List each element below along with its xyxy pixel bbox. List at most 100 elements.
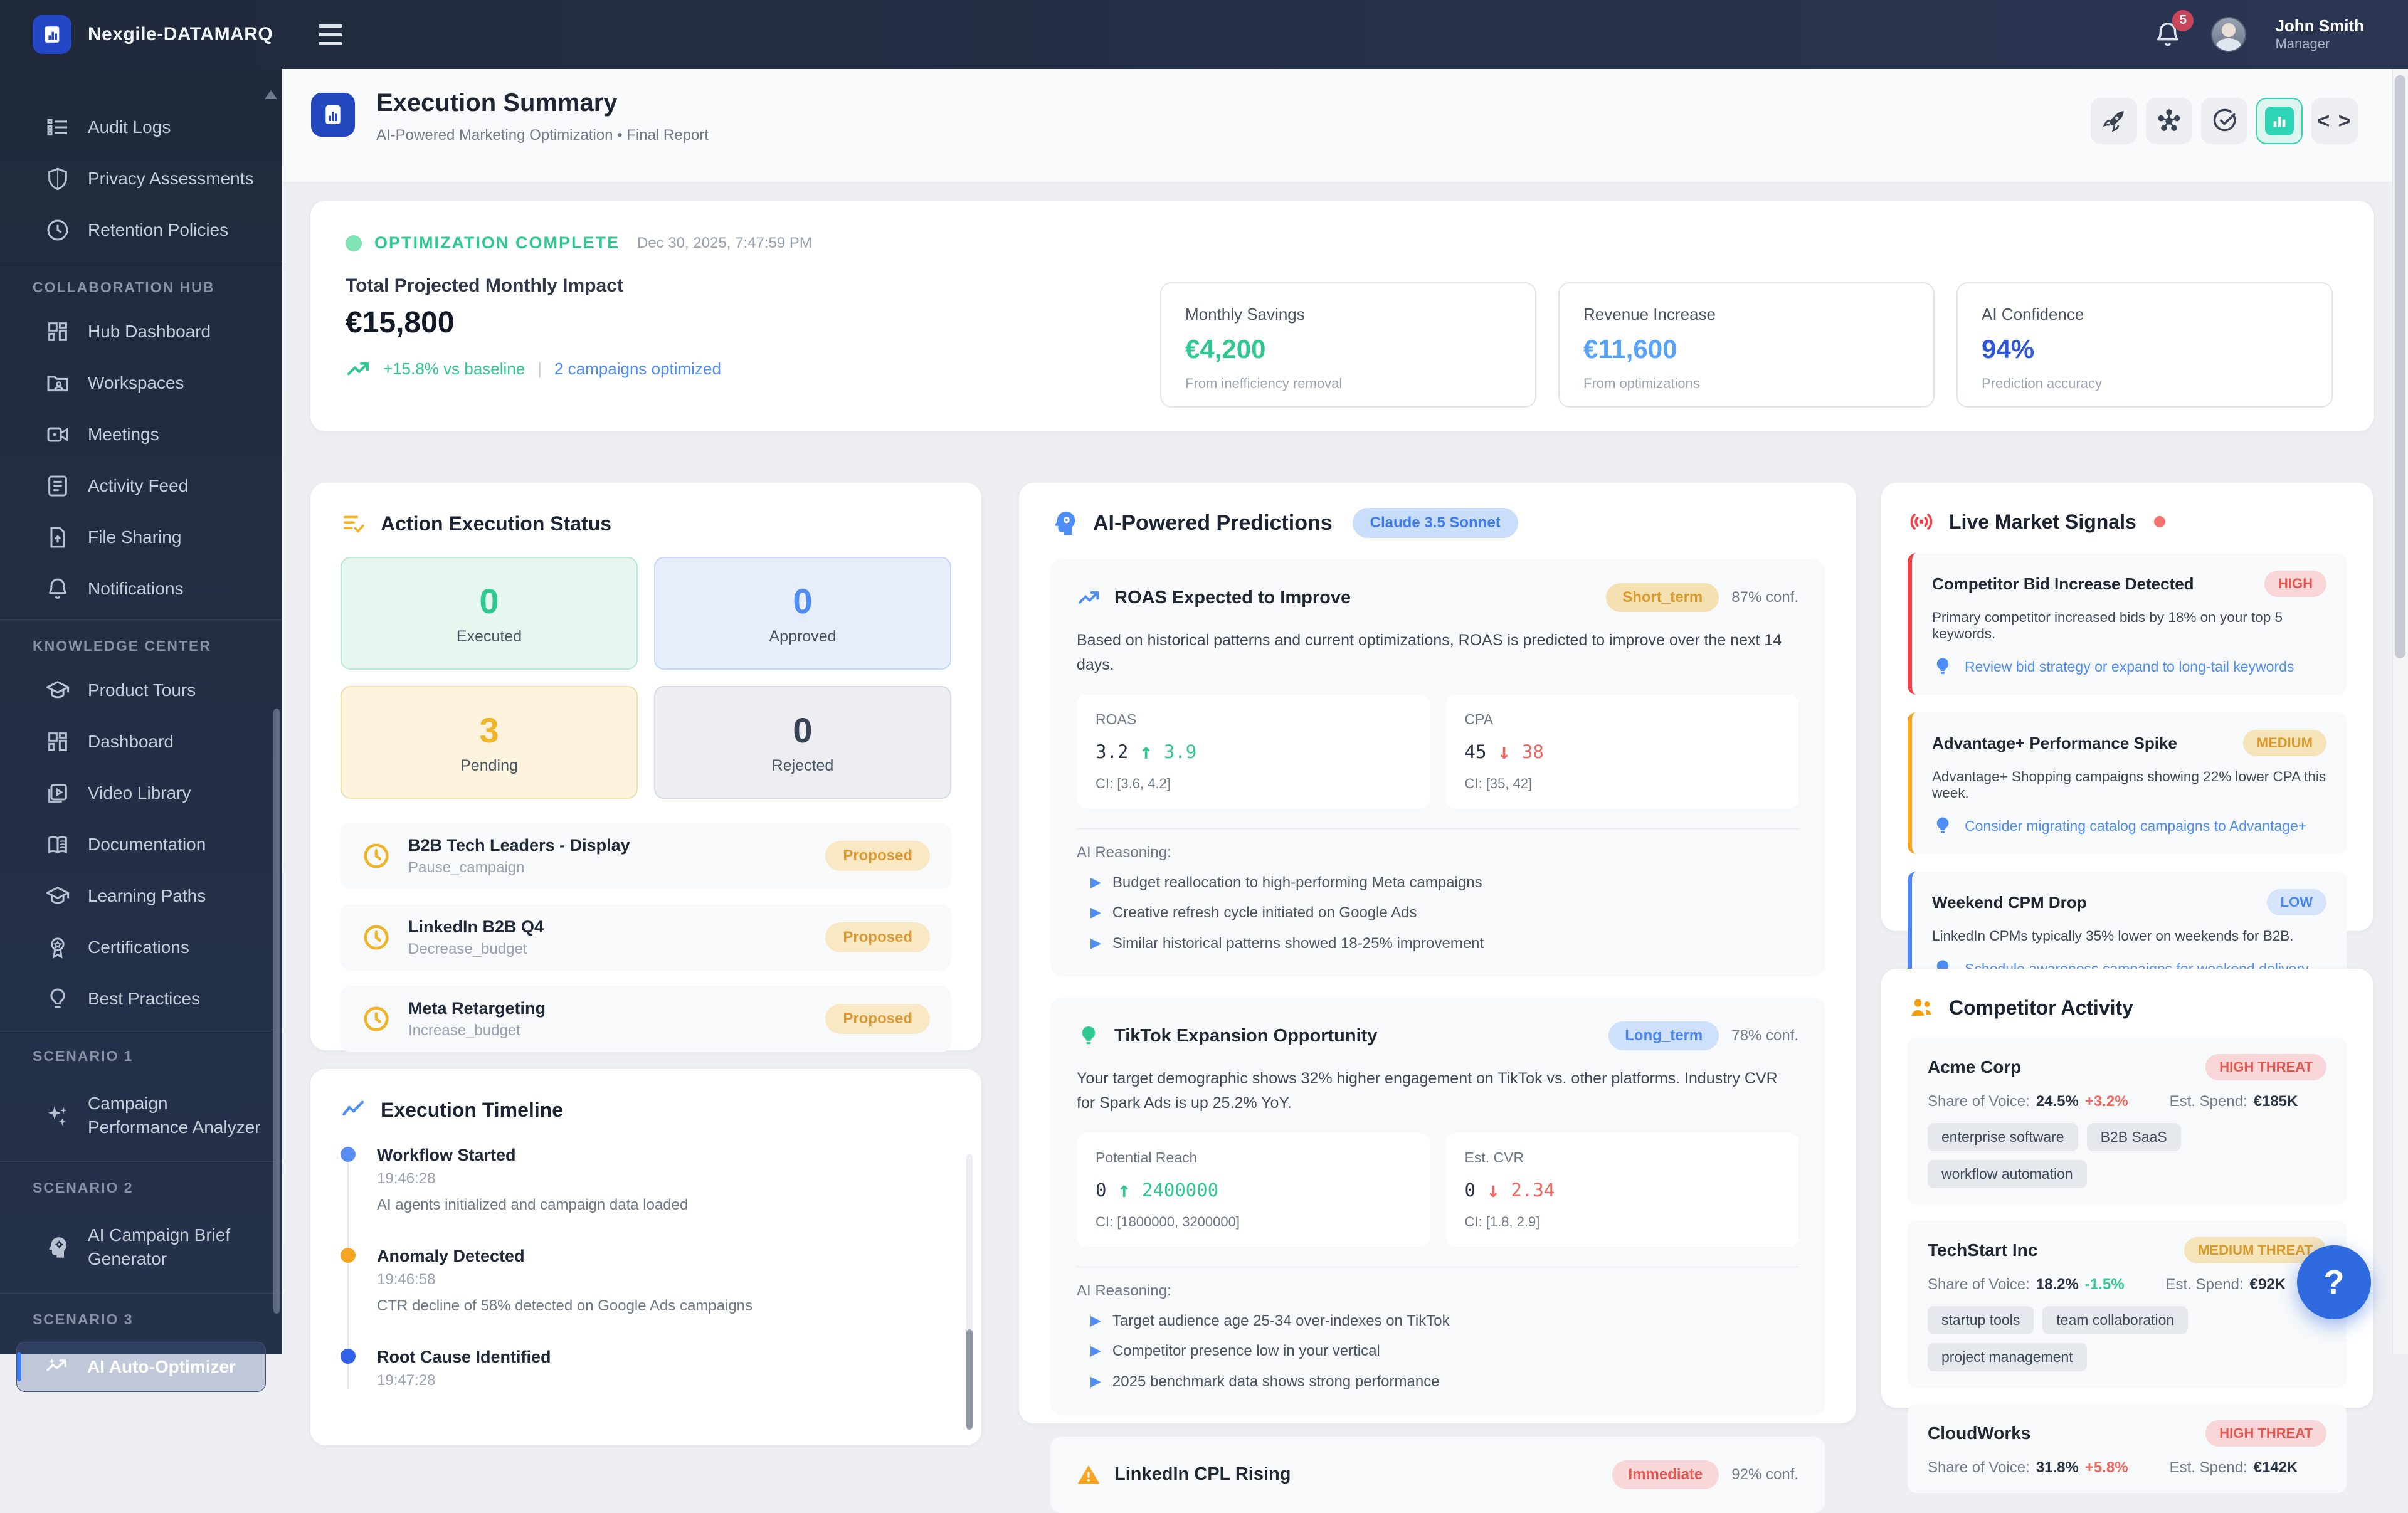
metric-sub: Prediction accuracy: [1982, 376, 2102, 391]
page-header: Execution Summary AI-Powered Marketing O…: [282, 69, 2393, 182]
sidebar-item-retention-policies[interactable]: Retention Policies: [0, 204, 282, 256]
prediction-tiktok: TikTok Expansion Opportunity Long_term 7…: [1050, 998, 1825, 1415]
status-label: OPTIMIZATION COMPLETE: [374, 233, 620, 252]
trending-up-icon: [346, 356, 371, 381]
sidebar-item-best-practices[interactable]: Best Practices: [0, 973, 282, 1025]
prediction-desc: Based on historical patterns and current…: [1077, 631, 1782, 673]
optimization-summary-card: OPTIMIZATION COMPLETE Dec 30, 2025, 7:47…: [310, 201, 2374, 431]
ai-predictions-card: AI-Powered Predictions Claude 3.5 Sonnet…: [1019, 483, 1856, 1513]
spend-value: €142K: [2253, 1459, 2298, 1476]
sov-value: 18.2%: [2036, 1276, 2079, 1293]
signal-desc: Advantage+ Shopping campaigns showing 22…: [1932, 769, 2326, 801]
stat-label: Approved: [769, 628, 837, 645]
reasoning-item[interactable]: ▶ Similar historical patterns showed 18-2…: [1077, 935, 1798, 953]
sidebar-item-notifications[interactable]: Notifications: [0, 563, 282, 614]
page-scrollbar[interactable]: [2392, 69, 2408, 1354]
warning-triangle-icon: [1077, 1463, 1101, 1487]
sidebar-item-documentation[interactable]: Documentation: [0, 819, 282, 870]
sidebar-item-meetings[interactable]: Meetings: [0, 409, 282, 460]
action-type: Increase_budget: [408, 1021, 520, 1039]
event-title: Root Cause Identified: [377, 1347, 551, 1366]
metric-value: €4,200: [1185, 334, 1266, 364]
sidebar-item-video-library[interactable]: Video Library: [0, 767, 282, 819]
action-type: Pause_campaign: [408, 858, 525, 876]
action-item-row[interactable]: B2B Tech Leaders - Display Pause_campaig…: [341, 823, 951, 889]
book-open-icon: [45, 832, 70, 857]
signal-title: Weekend CPM Drop: [1932, 892, 2087, 912]
sidebar-item-learning-paths[interactable]: Learning Paths: [0, 870, 282, 922]
lightbulb-icon: [1932, 815, 1953, 836]
code-view-button[interactable]: < >: [2311, 98, 2358, 144]
recommendation-text: Review bid strategy or expand to long-ta…: [1965, 658, 2294, 675]
sidebar-item-audit-logs[interactable]: Audit Logs: [0, 102, 282, 153]
live-pulse-dot: [2153, 516, 2165, 527]
timeline-scrollbar[interactable]: [966, 1154, 973, 1430]
reasoning-label: AI Reasoning:: [1077, 1282, 1171, 1299]
stat-rejected: 0 Rejected: [654, 686, 951, 799]
predicted-value: 38: [1521, 741, 1544, 762]
metric-card-ai-confidence: AI Confidence 94% Prediction accuracy: [1956, 282, 2333, 408]
sparkles-icon: [45, 1103, 70, 1128]
shield-icon: [45, 166, 70, 191]
sidebar-item-dashboard[interactable]: Dashboard: [0, 716, 282, 767]
stat-label: Executed: [456, 628, 522, 645]
help-button[interactable]: ?: [2297, 1245, 2371, 1319]
bar-chart-button-active[interactable]: [2256, 98, 2303, 144]
menu-toggle-button[interactable]: [319, 24, 342, 45]
lightbulb-icon: [1077, 1024, 1101, 1048]
triangle-bullet-icon: ▶: [1090, 935, 1101, 951]
sidebar-scrollbar[interactable]: [273, 709, 280, 1314]
signal-recommendation-link[interactable]: Consider migrating catalog campaigns to …: [1932, 815, 2326, 836]
competitor-acme: Acme Corp HIGH THREAT Share of Voice: 24…: [1908, 1038, 2347, 1205]
sidebar-item-certifications[interactable]: Certifications: [0, 922, 282, 973]
sidebar-item-file-sharing[interactable]: File Sharing: [0, 512, 282, 563]
sidebar-section-scenario-2: SCENARIO 2: [33, 1179, 134, 1196]
reasoning-item[interactable]: ▶ 2025 benchmark data shows strong perfor…: [1077, 1373, 1798, 1391]
event-time: 19:46:58: [377, 1271, 436, 1288]
avatar[interactable]: [2211, 16, 2247, 52]
triangle-bullet-icon: ▶: [1090, 1373, 1101, 1389]
tag: project management: [1928, 1343, 2087, 1371]
term-badge: Short_term: [1606, 583, 1719, 612]
metric-name: ROAS: [1096, 710, 1137, 727]
sidebar-section-scenario-1: SCENARIO 1: [33, 1048, 134, 1064]
severity-badge: LOW: [2266, 889, 2326, 915]
triangle-bullet-icon: ▶: [1090, 1312, 1101, 1329]
spend-value: €92K: [2249, 1276, 2286, 1293]
network-button[interactable]: [2146, 98, 2192, 144]
sidebar-item-product-tours[interactable]: Product Tours: [0, 665, 282, 716]
competitor-activity-card: Competitor Activity Acme Corp HIGH THREA…: [1881, 969, 2373, 1493]
current-value: 0: [1464, 1179, 1476, 1201]
rocket-button[interactable]: [2091, 98, 2137, 144]
sidebar-item-workspaces[interactable]: Workspaces: [0, 357, 282, 409]
sidebar-item-ai-campaign-brief-generator[interactable]: AI Campaign Brief Generator: [0, 1206, 282, 1288]
tag: B2B SaaS: [2086, 1123, 2181, 1151]
action-item-row[interactable]: LinkedIn B2B Q4 Decrease_budget Proposed: [341, 904, 951, 971]
check-circle-button[interactable]: [2201, 98, 2247, 144]
sov-delta: +5.8%: [2084, 1459, 2128, 1476]
triangle-bullet-icon: ▶: [1090, 905, 1101, 921]
campaigns-optimized-link[interactable]: 2 campaigns optimized: [554, 359, 721, 379]
reason-text: Target audience age 25-34 over-indexes o…: [1112, 1312, 1450, 1329]
code-icon: < >: [2317, 108, 2352, 133]
sidebar-item-hub-dashboard[interactable]: Hub Dashboard: [0, 306, 282, 357]
panel-title: AI-Powered Predictions: [1093, 510, 1333, 535]
sidebar-item-campaign-performance-analyzer[interactable]: Campaign Performance Analyzer: [0, 1075, 282, 1156]
reasoning-item[interactable]: ▶ Target audience age 25-34 over-indexes …: [1077, 1312, 1798, 1331]
sidebar-item-label: Product Tours: [88, 680, 196, 700]
sidebar-scroll-up-arrow[interactable]: [265, 90, 277, 99]
reasoning-item[interactable]: ▶ Competitor presence low in your vertica…: [1077, 1342, 1798, 1361]
sidebar-item-label: Dashboard: [88, 732, 174, 751]
sidebar-item-activity-feed[interactable]: Activity Feed: [0, 460, 282, 512]
reason-text: 2025 benchmark data shows strong perform…: [1112, 1373, 1440, 1390]
reasoning-item[interactable]: ▶ Creative refresh cycle initiated on Goo…: [1077, 904, 1798, 922]
action-item-row[interactable]: Meta Retargeting Increase_budget Propose…: [341, 986, 951, 1052]
sidebar-item-privacy-assessments[interactable]: Privacy Assessments: [0, 153, 282, 204]
video-play-icon: [45, 781, 70, 806]
document-lines-icon: [45, 473, 70, 498]
reasoning-item[interactable]: ▶ Budget reallocation to high-performing …: [1077, 874, 1798, 892]
sov-label: Share of Voice:: [1928, 1093, 2030, 1110]
sidebar-item-ai-auto-optimizer-active[interactable]: AI Auto-Optimizer: [16, 1342, 266, 1392]
signal-recommendation-link[interactable]: Review bid strategy or expand to long-ta…: [1932, 656, 2326, 677]
notifications-bell-icon[interactable]: 5: [2153, 9, 2194, 49]
